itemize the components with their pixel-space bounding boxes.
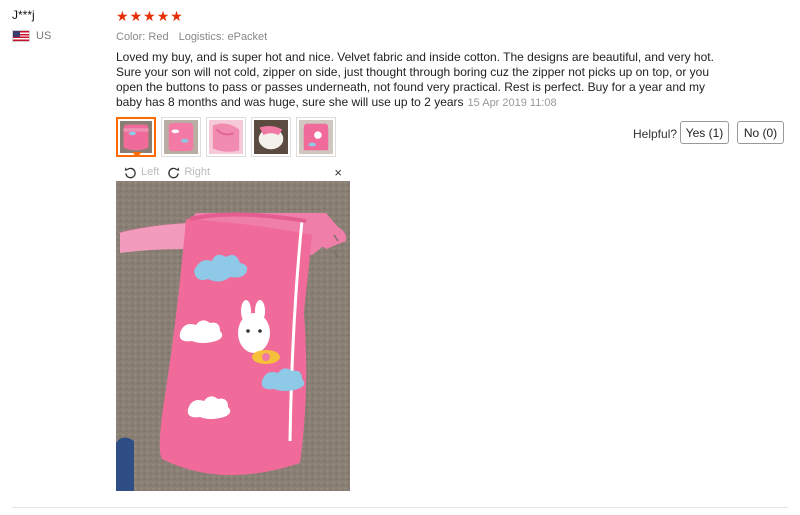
star-icon: ★ (116, 8, 129, 24)
photo-thumbnail[interactable] (251, 117, 291, 157)
rotate-left-label: Left (141, 166, 160, 178)
color-info: Color: Red (116, 31, 169, 43)
country-code: US (36, 30, 52, 42)
star-rating: ★ ★ ★ ★ ★ (116, 9, 183, 23)
rotate-right-label: Right (184, 166, 211, 178)
rotate-left-icon (124, 166, 136, 178)
star-icon: ★ (156, 8, 170, 24)
thumbnail-image (254, 120, 288, 154)
star-icon: ★ (129, 8, 143, 24)
photo-thumbnail[interactable] (296, 117, 336, 157)
helpful-label: Helpful? (633, 127, 678, 141)
review-date: 15 Apr 2019 11:08 (467, 97, 557, 109)
reviewer-country: US (12, 30, 51, 42)
thumbnail-image (209, 120, 243, 154)
photo-thumbnail[interactable] (116, 117, 156, 157)
star-icon: ★ (170, 8, 183, 24)
review-photo-large (116, 181, 350, 491)
close-icon[interactable]: × (334, 165, 342, 180)
review-body: Loved my buy, and is super hot and nice.… (116, 50, 716, 111)
photo-thumbnail[interactable] (206, 117, 246, 157)
thumbnail-image (120, 121, 152, 153)
us-flag-icon (12, 30, 30, 42)
helpful-no-button[interactable]: No (0) (737, 121, 784, 144)
star-icon: ★ (143, 8, 156, 24)
image-viewer-toolbar: Left Right × (116, 163, 350, 182)
reviewer-name: J***j (12, 8, 35, 22)
logistics-info: Logistics: ePacket (178, 31, 268, 43)
order-info: Color: Red Logistics: ePacket (116, 31, 267, 43)
review-divider (12, 507, 788, 508)
review-text: Loved my buy, and is super hot and nice.… (116, 50, 714, 109)
rotate-left-button[interactable]: Left (124, 166, 159, 179)
rotate-right-icon (168, 166, 180, 178)
helpful-yes-button[interactable]: Yes (1) (680, 121, 729, 144)
review-photo-thumbnails (116, 117, 336, 157)
thumbnail-image (164, 120, 198, 154)
rotate-right-button[interactable]: Right (167, 166, 210, 179)
photo-thumbnail[interactable] (161, 117, 201, 157)
thumbnail-image (299, 120, 333, 154)
